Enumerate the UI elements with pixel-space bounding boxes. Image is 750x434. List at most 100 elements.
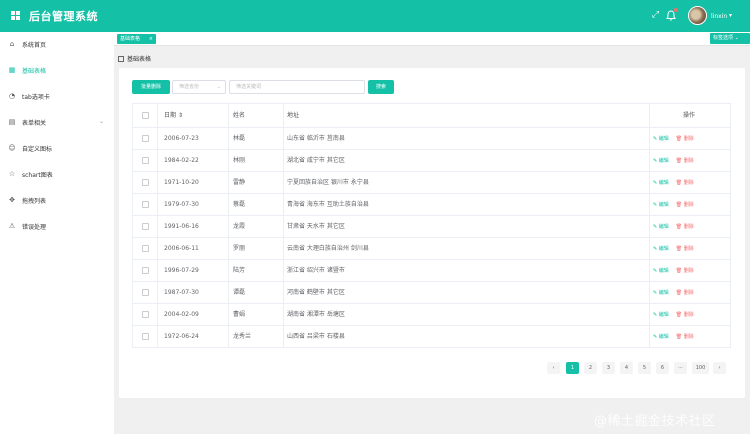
edit-button[interactable]: ✎ 编辑 xyxy=(653,290,669,296)
edit-button[interactable]: ✎ 编辑 xyxy=(653,246,669,252)
table-row: 1991-06-16 龙霞 甘肃省 天水市 其它区 ✎ 编辑 🗑 删除 xyxy=(133,216,730,238)
page-button-100[interactable]: 100 xyxy=(692,362,709,374)
date-cell: 1987-07-30 xyxy=(164,289,199,296)
user-menu-caret-icon[interactable]: ▾ xyxy=(729,12,732,19)
edit-button[interactable]: ✎ 编辑 xyxy=(653,202,669,208)
address-column-header: 地址 xyxy=(287,112,300,119)
close-icon[interactable]: × xyxy=(149,34,153,44)
row-checkbox[interactable] xyxy=(142,179,149,186)
sort-icon[interactable]: ⇕ xyxy=(178,112,183,119)
sidebar-item-errors[interactable]: ⚠ 错误处理 xyxy=(0,214,114,240)
delete-button[interactable]: 🗑 删除 xyxy=(676,224,694,230)
table-row: 1979-07-30 蔡磊 青海省 海东市 互助土族自治县 ✎ 编辑 🗑 删除 xyxy=(133,194,730,216)
name-cell: 蔡磊 xyxy=(233,201,246,208)
page-button-2[interactable]: 2 xyxy=(584,362,597,374)
row-checkbox[interactable] xyxy=(142,267,149,274)
form-icon: ▤ xyxy=(8,118,16,126)
page-button-1[interactable]: 1 xyxy=(566,362,579,374)
delete-button[interactable]: 🗑 删除 xyxy=(676,246,694,252)
search-button[interactable]: 搜索 xyxy=(368,80,394,94)
date-cell: 1972-06-24 xyxy=(164,333,199,340)
row-checkbox[interactable] xyxy=(142,223,149,230)
date-column-header[interactable]: 日期 ⇕ xyxy=(164,104,183,127)
table-header-row: 日期 ⇕ 姓名 地址 操作 xyxy=(133,104,730,128)
table-row: 1987-07-30 谭磊 河南省 鹤壁市 其它区 ✎ 编辑 🗑 删除 xyxy=(133,282,730,304)
username[interactable]: linxin xyxy=(711,13,727,20)
row-checkbox[interactable] xyxy=(142,201,149,208)
sidebar-item-label: 自定义图标 xyxy=(22,146,53,153)
sidebar-item-label: 系统首页 xyxy=(22,42,47,49)
chevron-down-icon[interactable]: ⌄ xyxy=(99,118,104,125)
sidebar-item-label: schart图表 xyxy=(22,172,53,179)
table-row: 1972-06-24 龙秀兰 山西省 吕梁市 石楼县 ✎ 编辑 🗑 删除 xyxy=(133,326,730,348)
avatar[interactable] xyxy=(688,6,707,25)
batch-delete-button[interactable]: 批量删除 xyxy=(132,80,170,94)
name-cell: 雷静 xyxy=(233,179,246,186)
page-ellipsis-button[interactable]: ··· xyxy=(674,362,687,374)
page-button-4[interactable]: 4 xyxy=(620,362,633,374)
sidebar-item-tabs[interactable]: ◔ tab选项卡 xyxy=(0,84,114,110)
sidebar-item-custom-icons[interactable]: ☺ 自定义图标 xyxy=(0,136,114,162)
row-checkbox[interactable] xyxy=(142,157,149,164)
edit-button[interactable]: ✎ 编辑 xyxy=(653,334,669,340)
breadcrumb: 基础表格 xyxy=(118,54,151,63)
sidebar-item-drag-list[interactable]: ✥ 拖拽列表 xyxy=(0,188,114,214)
sidebar-item-basic-table[interactable]: ▦ 基础表格 xyxy=(0,58,114,84)
delete-button[interactable]: 🗑 删除 xyxy=(676,290,694,296)
tag-options-button[interactable]: 标签选项 ⌄ xyxy=(710,33,750,44)
sidebar-item-forms[interactable]: ▤ 表单相关 ⌄ xyxy=(0,110,114,136)
page-button-6[interactable]: 6 xyxy=(656,362,669,374)
edit-button[interactable]: ✎ 编辑 xyxy=(653,136,669,142)
name-cell: 曹娟 xyxy=(233,311,246,318)
sidebar-item-label: 基础表格 xyxy=(22,68,47,75)
address-select[interactable]: 筛选省份 ⌄ xyxy=(172,80,226,94)
address-cell: 青海省 海东市 互助土族自治县 xyxy=(287,201,369,208)
delete-button[interactable]: 🗑 删除 xyxy=(676,202,694,208)
edit-button[interactable]: ✎ 编辑 xyxy=(653,180,669,186)
prev-page-button[interactable]: ‹ xyxy=(547,362,560,374)
table-icon: ▦ xyxy=(8,66,16,74)
name-cell: 罗丽 xyxy=(233,245,246,252)
delete-button[interactable]: 🗑 删除 xyxy=(676,136,694,142)
sidebar-item-schart[interactable]: ☆ schart图表 xyxy=(0,162,114,188)
date-cell: 1984-02-22 xyxy=(164,157,199,164)
row-checkbox[interactable] xyxy=(142,245,149,252)
row-checkbox[interactable] xyxy=(142,135,149,142)
table-row: 1971-10-20 雷静 宁夏回族自治区 银川市 永宁县 ✎ 编辑 🗑 删除 xyxy=(133,172,730,194)
row-checkbox[interactable] xyxy=(142,333,149,340)
tag-basic-table[interactable]: 基础表格 × xyxy=(117,34,156,44)
edit-button[interactable]: ✎ 编辑 xyxy=(653,268,669,274)
name-cell: 龙秀兰 xyxy=(233,333,252,340)
page-button-3[interactable]: 3 xyxy=(602,362,615,374)
delete-button[interactable]: 🗑 删除 xyxy=(676,158,694,164)
edit-button[interactable]: ✎ 编辑 xyxy=(653,158,669,164)
emoji-icon: ☺ xyxy=(8,144,16,152)
ops-cell: ✎ 编辑 🗑 删除 xyxy=(653,238,694,259)
edit-button[interactable]: ✎ 编辑 xyxy=(653,224,669,230)
keyword-input[interactable] xyxy=(229,80,365,94)
delete-button[interactable]: 🗑 删除 xyxy=(676,312,694,318)
address-cell: 湖南省 湘潭市 岳塘区 xyxy=(287,311,345,318)
row-checkbox[interactable] xyxy=(142,289,149,296)
name-cell: 谭磊 xyxy=(233,289,246,296)
address-cell: 河南省 鹤壁市 其它区 xyxy=(287,289,345,296)
fullscreen-icon[interactable]: ⤢ xyxy=(651,11,660,20)
delete-button[interactable]: 🗑 删除 xyxy=(676,268,694,274)
delete-button[interactable]: 🗑 删除 xyxy=(676,180,694,186)
name-cell: 林刚 xyxy=(233,157,246,164)
breadcrumb-label: 基础表格 xyxy=(127,56,152,63)
sidebar-item-home[interactable]: ⌂ 系统首页 xyxy=(0,32,114,58)
select-all-checkbox[interactable] xyxy=(142,112,149,119)
name-cell: 陆芳 xyxy=(233,267,246,274)
edit-button[interactable]: ✎ 编辑 xyxy=(653,312,669,318)
ops-cell: ✎ 编辑 🗑 删除 xyxy=(653,216,694,237)
ops-cell: ✎ 编辑 🗑 删除 xyxy=(653,172,694,193)
star-icon: ☆ xyxy=(8,170,16,178)
page-button-5[interactable]: 5 xyxy=(638,362,651,374)
delete-button[interactable]: 🗑 删除 xyxy=(676,334,694,340)
grid-icon[interactable] xyxy=(11,11,20,20)
next-page-button[interactable]: › xyxy=(713,362,726,374)
address-cell: 山西省 吕梁市 石楼县 xyxy=(287,333,345,340)
ops-cell: ✎ 编辑 🗑 删除 xyxy=(653,282,694,303)
row-checkbox[interactable] xyxy=(142,311,149,318)
